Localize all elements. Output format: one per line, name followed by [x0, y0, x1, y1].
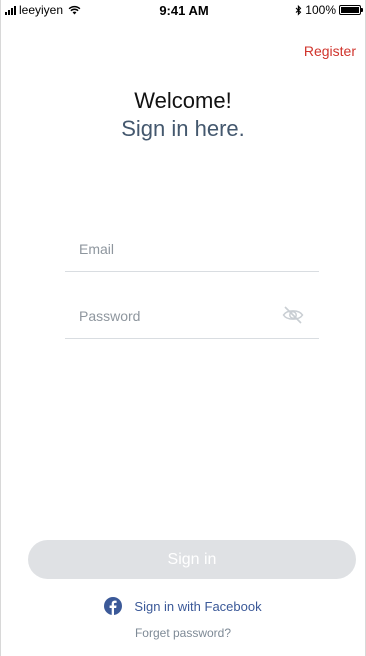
facebook-sign-in-link[interactable]: Sign in with Facebook	[1, 597, 365, 615]
welcome-subtitle: Sign in here.	[121, 116, 245, 141]
battery-icon	[339, 5, 363, 15]
sign-in-button[interactable]: Sign in	[28, 540, 356, 579]
forget-password-link[interactable]: Forget password?	[1, 626, 365, 640]
email-input[interactable]	[79, 232, 279, 266]
bluetooth-icon	[295, 4, 302, 16]
facebook-sign-in-label: Sign in with Facebook	[134, 598, 262, 614]
eye-slash-icon[interactable]	[282, 305, 304, 325]
battery-percent: 100%	[305, 3, 336, 17]
battery-level	[341, 7, 359, 13]
register-link[interactable]: Register	[304, 43, 356, 59]
password-field	[65, 299, 319, 339]
status-right: 100%	[295, 3, 363, 17]
status-bar: leeyiyen 9:41 AM 100%	[1, 0, 365, 20]
sign-in-screen: leeyiyen 9:41 AM 100% Register Welcome! …	[0, 0, 366, 656]
email-field	[65, 232, 319, 272]
welcome-title: Welcome!	[134, 88, 232, 113]
password-input[interactable]	[79, 299, 279, 333]
facebook-icon	[104, 597, 123, 615]
